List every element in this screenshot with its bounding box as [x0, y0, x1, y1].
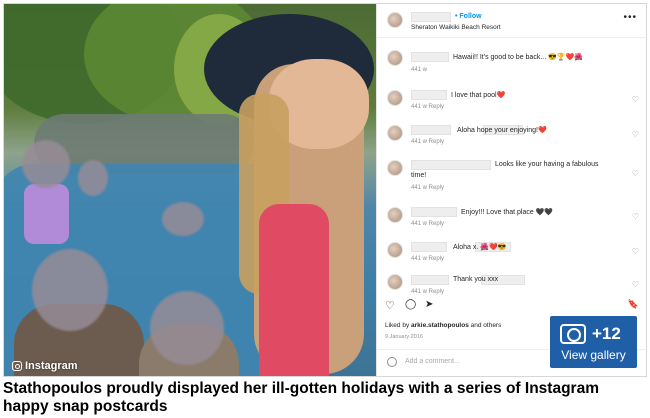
blurred-face	[32, 249, 108, 331]
comment-meta[interactable]: 441 w Reply	[411, 185, 444, 191]
like-icon[interactable]: ♡	[385, 299, 395, 312]
gallery-label: View gallery	[561, 348, 626, 362]
instagram-icon	[12, 361, 22, 371]
comment-meta[interactable]: 441 w Reply	[411, 289, 444, 295]
add-comment-input[interactable]: Add a comment...	[405, 358, 460, 365]
watermark-label: Instagram	[25, 360, 78, 372]
bookmark-icon[interactable]: 🔖	[628, 299, 639, 310]
redacted-username	[411, 90, 447, 100]
comment-item: Enjoy!!! Love that place 🖤🖤 441 w Reply …	[377, 201, 646, 233]
avatar[interactable]	[387, 12, 403, 28]
comment-meta[interactable]: 441 w Reply	[411, 221, 444, 227]
comment-meta[interactable]: 441 w Reply	[411, 139, 444, 145]
comment-item: Aloha x. 🌺❤️😎 441 w Reply ♡	[377, 236, 646, 268]
comment-item: I love that pool❤️ 441 w Reply ♡	[377, 84, 646, 116]
post-actions: ♡ ◯ ➤ 🔖	[385, 299, 639, 313]
camera-icon	[560, 324, 586, 344]
like-comment-icon[interactable]: ♡	[632, 212, 639, 221]
comment-item: Aloha hope your enjoying!❤️ 441 w Reply …	[377, 119, 646, 151]
redacted-username	[411, 160, 491, 170]
blurred-face	[78, 160, 108, 196]
avatar[interactable]	[387, 50, 403, 66]
redacted-username	[411, 12, 451, 22]
comment-item: Looks like your having a fabulous time! …	[377, 154, 646, 196]
blurred-face	[22, 140, 70, 188]
post-date: 9 January 2016	[385, 334, 423, 340]
blurred-face	[162, 202, 204, 236]
share-icon[interactable]: ➤	[425, 299, 433, 310]
comment-text: Looks like your having a fabulous	[495, 161, 599, 168]
avatar[interactable]	[387, 274, 403, 290]
comment-item: Hawaii!! It's good to be back... 😎🏆❤️🌺 4…	[377, 44, 646, 78]
like-comment-icon[interactable]: ♡	[632, 95, 639, 104]
redacted-username	[411, 242, 447, 252]
blurred-face	[150, 291, 224, 365]
follow-button[interactable]: • Follow	[455, 13, 482, 20]
liked-by-text: Liked by arkie.stathopoulos and others	[385, 322, 501, 329]
comment-text: Hawaii!! It's good to be back... 😎🏆❤️🌺	[453, 54, 583, 61]
comment-meta: 441 w	[411, 67, 428, 73]
gallery-count: +12	[592, 324, 621, 343]
liked-by-prefix: Liked by	[385, 322, 412, 329]
avatar[interactable]	[387, 160, 403, 176]
comment-meta[interactable]: 441 w Reply	[411, 104, 444, 110]
comment-text: I love that pool❤️	[451, 92, 506, 99]
comment-text: Aloha x. 🌺❤️😎	[453, 244, 507, 251]
redacted-username	[411, 207, 457, 217]
redacted-username	[411, 275, 449, 285]
comment-text: Aloha hope your enjoying!❤️	[457, 127, 547, 134]
more-options-icon[interactable]: •••	[623, 12, 637, 23]
like-comment-icon[interactable]: ♡	[632, 280, 639, 289]
like-comment-icon[interactable]: ♡	[632, 169, 639, 178]
like-comment-icon[interactable]: ♡	[632, 247, 639, 256]
comment-text: Thank you xxx	[453, 276, 499, 283]
emoji-icon[interactable]	[387, 357, 397, 367]
post-photo: Instagram	[4, 4, 376, 376]
view-gallery-button[interactable]: +12 View gallery	[550, 316, 637, 368]
liked-by-user[interactable]: arkie.stathopoulos	[411, 322, 469, 329]
comment-text: Enjoy!!! Love that place 🖤🖤	[461, 209, 554, 216]
avatar[interactable]	[387, 125, 403, 141]
avatar[interactable]	[387, 242, 403, 258]
redacted-username	[411, 125, 451, 135]
image-caption: Stathopoulos proudly displayed her ill-g…	[3, 380, 599, 415]
avatar[interactable]	[387, 207, 403, 223]
instagram-watermark: Instagram	[12, 360, 78, 372]
comment-text-cont: time!	[411, 172, 427, 179]
like-comment-icon[interactable]: ♡	[632, 130, 639, 139]
liked-by-suffix[interactable]: and others	[469, 322, 502, 329]
comment-icon[interactable]: ◯	[405, 299, 416, 310]
redacted-username	[411, 52, 449, 62]
comment-item: Thank you xxx 441 w Reply ♡	[377, 270, 646, 298]
comment-meta[interactable]: 441 w Reply	[411, 256, 444, 262]
post-header: • Follow Sheraton Waikiki Beach Resort •…	[377, 4, 646, 38]
avatar[interactable]	[387, 90, 403, 106]
location-link[interactable]: Sheraton Waikiki Beach Resort	[411, 24, 501, 31]
